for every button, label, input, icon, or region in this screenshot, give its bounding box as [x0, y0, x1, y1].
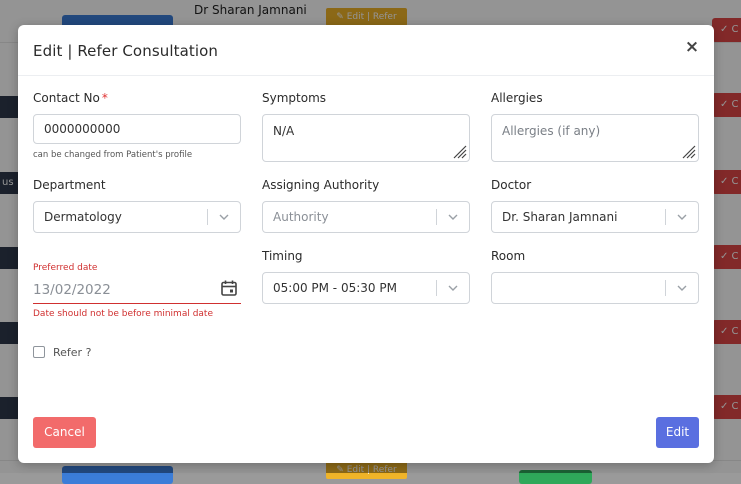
cancel-button[interactable]: Cancel — [33, 417, 96, 448]
resize-grip-icon[interactable] — [451, 143, 467, 159]
allergies-textarea[interactable] — [492, 115, 698, 161]
contact-label-text: Contact No — [33, 91, 100, 105]
required-mark: * — [101, 91, 108, 105]
doctor-label: Doctor — [491, 178, 532, 192]
timing-label: Timing — [262, 249, 303, 263]
contact-hint: can be changed from Patient's profile — [33, 150, 193, 160]
resize-grip-icon[interactable] — [680, 143, 696, 159]
doctor-select[interactable]: Dr. Sharan Jamnani — [491, 201, 699, 233]
refer-checkbox[interactable] — [33, 346, 45, 358]
contact-label: Contact No * — [33, 91, 108, 105]
preferred-date-input[interactable]: 13/02/2022 — [33, 276, 241, 304]
refer-checkbox-label[interactable]: Refer ? — [53, 346, 91, 359]
department-label: Department — [33, 178, 106, 192]
symptoms-textarea[interactable]: N/A — [263, 115, 469, 161]
authority-select[interactable]: Authority — [262, 201, 470, 233]
preferred-date-label: Preferred date — [33, 263, 98, 273]
preferred-date-error: Date should not be before minimal date — [33, 309, 213, 319]
modal-title: Edit | Refer Consultation — [33, 42, 219, 60]
allergies-field-wrapper — [491, 114, 699, 162]
select-separator — [665, 209, 666, 225]
doctor-value: Dr. Sharan Jamnani — [502, 210, 618, 224]
room-select[interactable] — [491, 272, 699, 304]
symptoms-field-wrapper: N/A — [262, 114, 470, 162]
close-icon[interactable]: × — [684, 39, 700, 56]
select-separator — [665, 280, 666, 296]
modal-header: Edit | Refer Consultation × — [18, 25, 714, 76]
contact-field-wrapper — [33, 114, 241, 144]
select-separator — [436, 280, 437, 296]
edit-button[interactable]: Edit — [656, 417, 699, 448]
timing-value: 05:00 PM - 05:30 PM — [273, 281, 397, 295]
calendar-icon[interactable] — [220, 279, 238, 297]
chevron-down-icon[interactable] — [447, 211, 459, 223]
chevron-down-icon[interactable] — [447, 282, 459, 294]
department-value: Dermatology — [44, 210, 122, 224]
authority-label: Assigning Authority — [262, 178, 380, 192]
timing-select[interactable]: 05:00 PM - 05:30 PM — [262, 272, 470, 304]
allergies-label: Allergies — [491, 91, 543, 105]
chevron-down-icon[interactable] — [676, 282, 688, 294]
symptoms-label: Symptoms — [262, 91, 327, 105]
select-separator — [436, 209, 437, 225]
preferred-date-value: 13/02/2022 — [33, 282, 111, 298]
department-select[interactable]: Dermatology — [33, 201, 241, 233]
contact-input[interactable] — [34, 115, 240, 143]
room-label: Room — [491, 249, 526, 263]
authority-placeholder: Authority — [273, 210, 329, 224]
chevron-down-icon[interactable] — [676, 211, 688, 223]
select-separator — [207, 209, 208, 225]
chevron-down-icon[interactable] — [218, 211, 230, 223]
refer-consultation-modal: Edit | Refer Consultation × Contact No * … — [18, 25, 714, 463]
